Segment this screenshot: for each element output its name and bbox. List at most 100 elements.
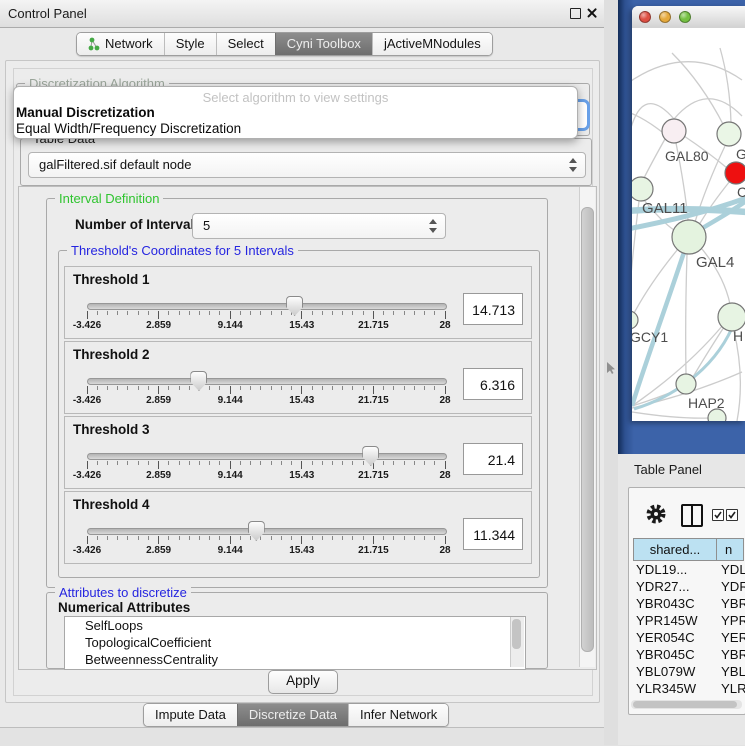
network-node-gal4[interactable] xyxy=(672,220,706,254)
tick-mark xyxy=(209,536,210,540)
network-edge[interactable] xyxy=(734,331,740,421)
table-row[interactable]: YER054CYER0 xyxy=(633,630,745,647)
split-pane-icon[interactable] xyxy=(681,504,703,527)
tick-mark xyxy=(148,386,149,390)
tab-discretize-data[interactable]: Discretize Data xyxy=(237,704,348,726)
tick-mark xyxy=(424,536,425,540)
attribute-item[interactable]: SelfLoops xyxy=(65,617,525,634)
apply-button[interactable]: Apply xyxy=(268,670,338,694)
threshold-value-field[interactable]: 11.344 xyxy=(463,518,523,550)
threshold-slider-thumb[interactable] xyxy=(362,446,379,466)
network-edge[interactable] xyxy=(632,412,709,418)
float-window-icon[interactable] xyxy=(570,8,581,19)
threshold-value-field[interactable]: 6.316 xyxy=(463,368,523,400)
tick-mark xyxy=(332,311,333,315)
network-canvas[interactable]: GAL80GALCGAL11GAL4GCY1HHAP2 xyxy=(632,28,745,421)
network-edge[interactable] xyxy=(633,249,678,315)
table-hscrollbar-thumb[interactable] xyxy=(633,701,737,708)
spinner-arrows-icon[interactable] xyxy=(569,157,578,173)
table-cell: YBR0 xyxy=(721,596,745,611)
dropdown-options: Manual DiscretizationEqual Width/Frequen… xyxy=(14,105,577,137)
threshold-slider-track[interactable] xyxy=(87,378,447,385)
network-node-h[interactable] xyxy=(718,303,745,331)
panel-scrollbar-thumb[interactable] xyxy=(581,207,594,652)
checkbox-checked-icon[interactable] xyxy=(726,509,738,521)
gear-icon[interactable] xyxy=(645,503,667,525)
tick-mark xyxy=(414,386,415,390)
network-node-gcy1[interactable] xyxy=(632,311,638,329)
threshold-slider-track[interactable] xyxy=(87,303,447,310)
tick-mark xyxy=(107,536,108,540)
spinner-arrows-icon[interactable] xyxy=(429,218,438,234)
tick-mark xyxy=(393,311,394,315)
numerical-attributes-list[interactable]: SelfLoopsTopologicalCoefficientBetweenne… xyxy=(64,616,526,670)
table-cell: YBL0 xyxy=(721,664,745,679)
network-edge[interactable] xyxy=(686,254,687,374)
table-column-header[interactable]: shared... xyxy=(633,538,717,561)
tick-mark xyxy=(383,461,384,465)
threshold-value-field[interactable]: 21.4 xyxy=(463,443,523,475)
tab-style[interactable]: Style xyxy=(164,33,216,55)
major-tick-mark xyxy=(445,386,446,394)
network-node-hap2[interactable] xyxy=(676,374,696,394)
table-row[interactable]: YPR145WYPR1 xyxy=(633,613,745,630)
tick-mark xyxy=(127,386,128,390)
tab-network[interactable]: Network xyxy=(77,33,164,55)
mac-close-icon[interactable] xyxy=(639,11,651,23)
threshold-value-field[interactable]: 14.713 xyxy=(463,293,523,325)
network-node[interactable] xyxy=(717,122,741,146)
group-label: Interval Definition xyxy=(55,191,163,206)
table-column-header[interactable]: n xyxy=(716,538,744,561)
mac-minimize-icon[interactable] xyxy=(659,11,671,23)
threshold-slider-thumb[interactable] xyxy=(190,371,207,391)
network-edge[interactable] xyxy=(720,48,731,123)
tick-mark xyxy=(117,536,118,540)
table-row[interactable]: YLR345WYLR3 xyxy=(633,681,745,698)
network-edge[interactable] xyxy=(674,99,742,119)
table-data-combobox[interactable]: galFiltered.sif default node xyxy=(28,152,586,178)
tick-label: -3.426 xyxy=(73,320,101,331)
network-edge[interactable] xyxy=(632,201,639,311)
attribute-item[interactable]: BetweennessCentrality xyxy=(65,651,525,668)
tick-mark xyxy=(352,461,353,465)
number-of-intervals-spinner[interactable]: 5 xyxy=(192,213,446,239)
tab-cyni-toolbox[interactable]: Cyni Toolbox xyxy=(275,33,372,55)
dropdown-option[interactable]: Equal Width/Frequency Discretization xyxy=(14,121,577,137)
threshold-slider-track[interactable] xyxy=(87,528,447,535)
dropdown-option[interactable]: Manual Discretization xyxy=(14,105,577,121)
tab-impute-data[interactable]: Impute Data xyxy=(144,704,237,726)
table-row[interactable]: YDL19...YDL1 xyxy=(633,562,745,579)
network-window-titlebar[interactable] xyxy=(632,6,745,29)
network-edge[interactable] xyxy=(672,53,724,126)
attributes-scrollbar-thumb[interactable] xyxy=(512,619,521,649)
threshold-slider-track[interactable] xyxy=(87,453,447,460)
major-tick-mark xyxy=(87,386,88,394)
algorithm-dropdown-popup: Select algorithm to view settings Manual… xyxy=(13,86,578,139)
number-of-intervals-value: 5 xyxy=(203,218,210,233)
network-node-gal11[interactable] xyxy=(632,177,653,201)
tab-infer-network[interactable]: Infer Network xyxy=(348,704,448,726)
network-edge[interactable] xyxy=(632,112,662,132)
close-icon[interactable] xyxy=(586,7,598,19)
tab-jactivemnodules[interactable]: jActiveMNodules xyxy=(372,33,492,55)
network-node-gal80[interactable] xyxy=(662,119,686,143)
tab-select[interactable]: Select xyxy=(216,33,275,55)
tick-mark xyxy=(138,536,139,540)
checkbox-checked-icon[interactable] xyxy=(712,509,724,521)
tick-mark xyxy=(260,461,261,465)
major-tick-mark xyxy=(87,536,88,544)
table-row[interactable]: YBR043CYBR0 xyxy=(633,596,745,613)
mac-zoom-icon[interactable] xyxy=(679,11,691,23)
table-row[interactable]: YDR27...YDR2 xyxy=(633,579,745,596)
threshold-panel: Threshold 2-3.4262.8599.14415.4321.71528… xyxy=(64,341,532,414)
tick-mark xyxy=(240,461,241,465)
attribute-item[interactable]: TopologicalCoefficient xyxy=(65,634,525,651)
table-row[interactable]: YBL079WYBL0 xyxy=(633,664,745,681)
network-edge[interactable] xyxy=(644,139,665,178)
major-tick-mark xyxy=(373,386,374,394)
network-node[interactable] xyxy=(725,162,745,184)
tick-mark xyxy=(189,311,190,315)
table-cell: YBR0 xyxy=(721,647,745,662)
tick-mark xyxy=(414,536,415,540)
table-row[interactable]: YBR045CYBR0 xyxy=(633,647,745,664)
